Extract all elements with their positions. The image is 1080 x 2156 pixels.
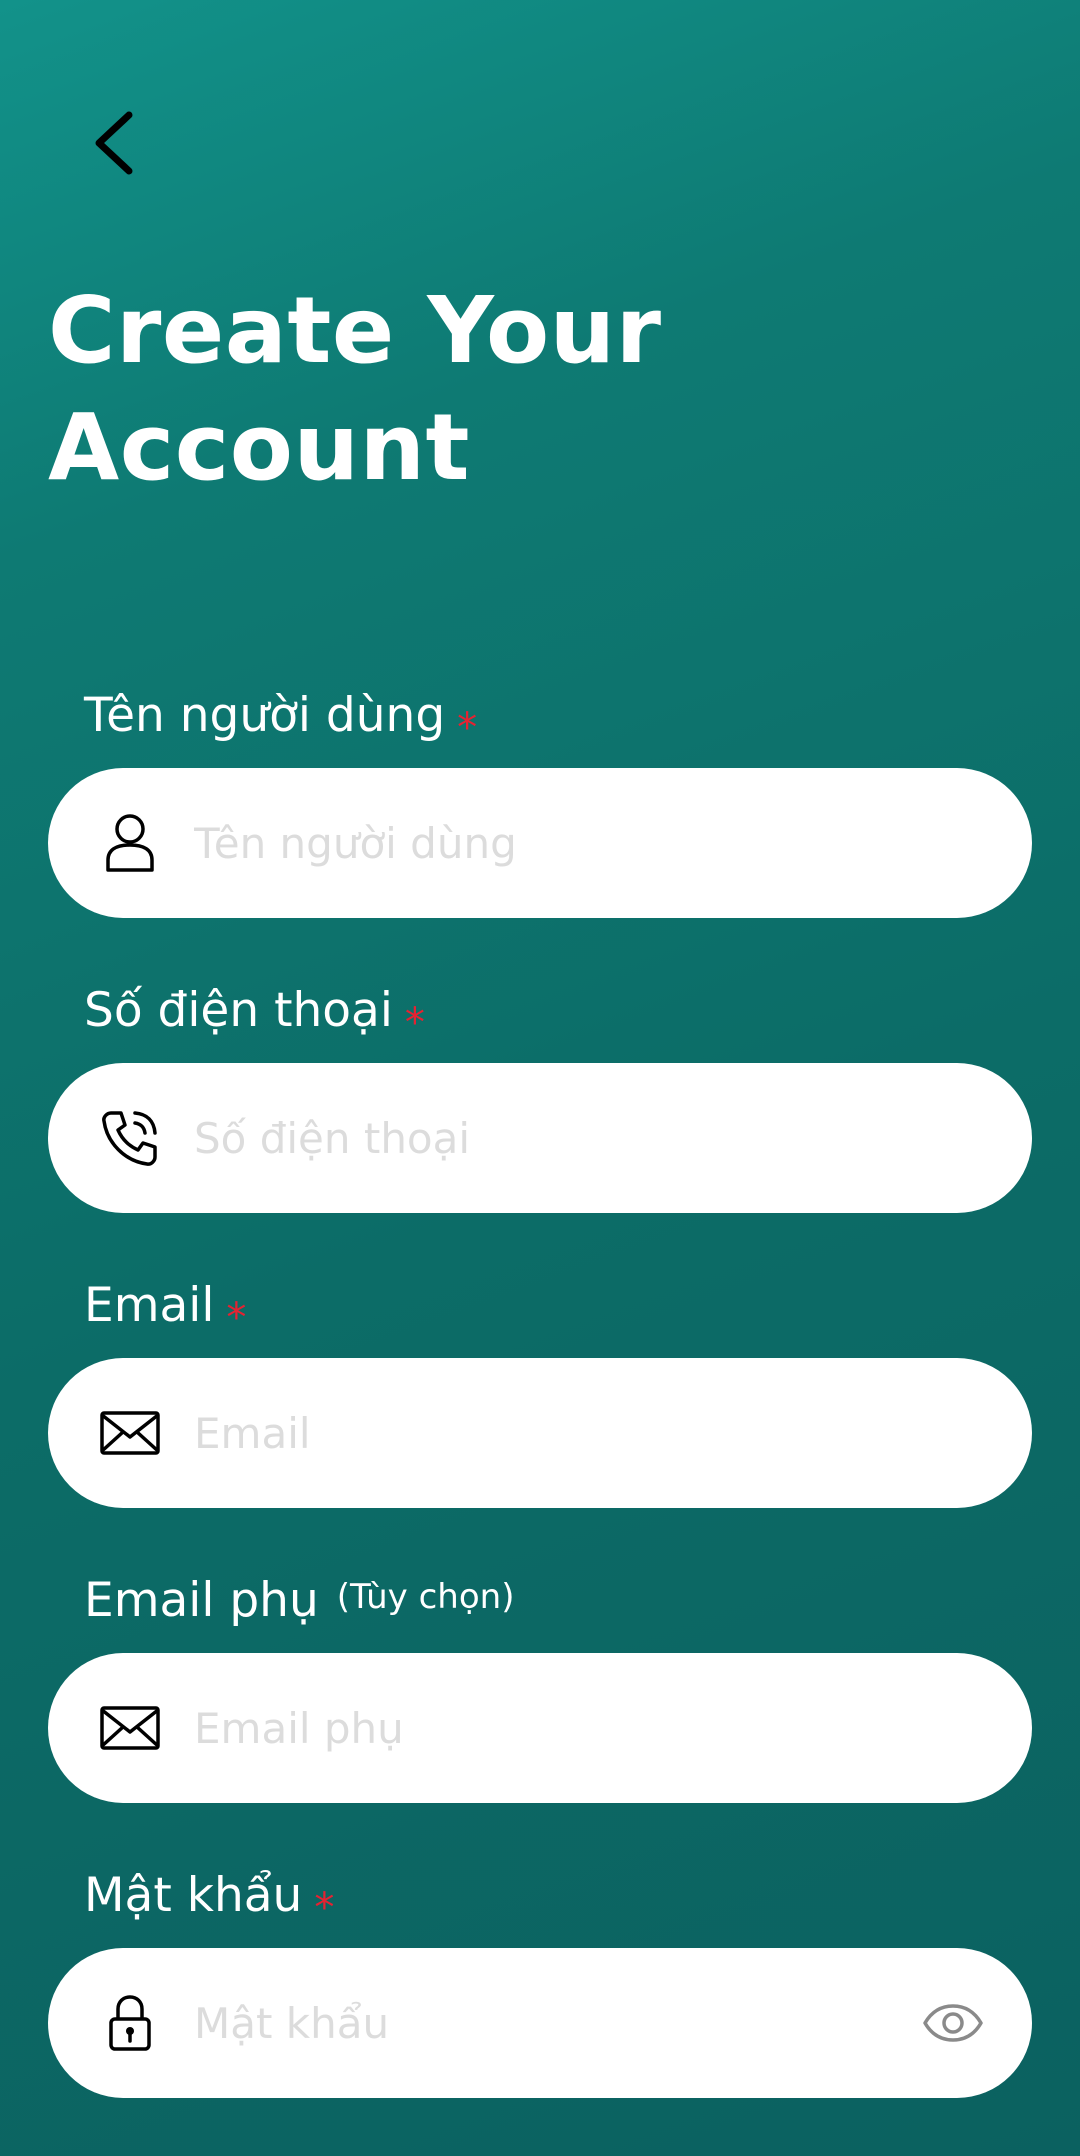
page-title-line-1: Create Your <box>48 277 662 384</box>
email-field[interactable] <box>48 1358 1032 1508</box>
email-label-text: Email <box>84 1278 215 1333</box>
required-asterisk: * <box>226 1295 247 1341</box>
eye-icon <box>923 2004 983 2042</box>
password-input[interactable] <box>194 1983 874 2063</box>
phone-label-text: Số điện thoại <box>84 983 393 1038</box>
page-title-line-2: Account <box>48 394 470 501</box>
back-button[interactable] <box>78 108 148 178</box>
chevron-left-icon <box>95 111 133 175</box>
required-asterisk: * <box>404 1000 425 1046</box>
page-title: Create Your Account <box>48 272 662 506</box>
user-icon <box>98 811 162 875</box>
create-account-screen: Create Your Account Tên người dùng * Số … <box>0 0 1080 2156</box>
secondary-email-label-text: Email phụ <box>84 1573 319 1628</box>
password-label: Mật khẩu * <box>84 1868 334 1930</box>
optional-note: (Tùy chọn) <box>336 1577 515 1617</box>
secondary-email-field[interactable] <box>48 1653 1032 1803</box>
required-asterisk: * <box>314 1885 335 1931</box>
username-input[interactable] <box>194 803 874 883</box>
mail-icon <box>98 1696 162 1760</box>
username-label: Tên người dùng * <box>84 688 477 750</box>
phone-label: Số điện thoại * <box>84 983 425 1045</box>
lock-icon <box>98 1991 162 2055</box>
required-asterisk: * <box>457 705 478 751</box>
password-label-text: Mật khẩu <box>84 1868 303 1923</box>
secondary-email-label: Email phụ (Tùy chọn) <box>84 1573 514 1629</box>
phone-input[interactable] <box>194 1098 874 1178</box>
phone-field[interactable] <box>48 1063 1032 1213</box>
phone-icon <box>98 1106 162 1170</box>
username-field[interactable] <box>48 768 1032 918</box>
toggle-password-visibility-button[interactable] <box>920 1998 986 2048</box>
mail-icon <box>98 1401 162 1465</box>
email-input[interactable] <box>194 1393 874 1473</box>
username-label-text: Tên người dùng <box>84 688 446 743</box>
password-field[interactable] <box>48 1948 1032 2098</box>
email-label: Email * <box>84 1278 246 1340</box>
secondary-email-input[interactable] <box>194 1688 874 1768</box>
